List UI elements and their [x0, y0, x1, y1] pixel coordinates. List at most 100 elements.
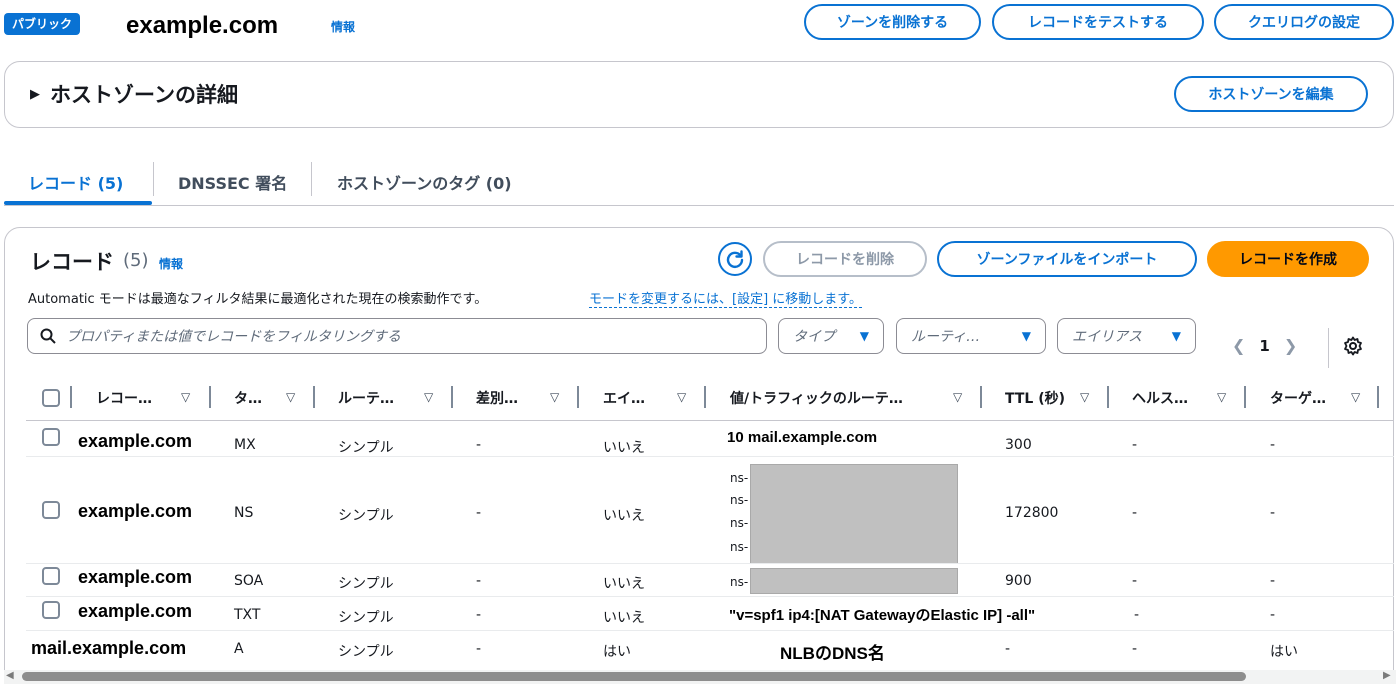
sort-icon[interactable]: ▽: [286, 390, 295, 404]
tab-dnssec[interactable]: DNSSEC 署名: [178, 170, 287, 194]
chevron-left-icon[interactable]: ❮: [1232, 336, 1245, 355]
delete-zone-button[interactable]: ゾーンを削除する: [804, 4, 981, 40]
health-check: -: [1132, 641, 1138, 657]
create-record-button[interactable]: レコードを作成: [1207, 241, 1369, 277]
differentiator: -: [476, 573, 482, 589]
row-checkbox[interactable]: [42, 601, 60, 619]
pager-divider: [1328, 328, 1329, 368]
alias-filter-select[interactable]: エイリアス ▼: [1057, 318, 1196, 354]
table-header-divider: [26, 420, 1394, 421]
record-value-line: ns-: [730, 540, 749, 554]
chevron-right-icon[interactable]: ❯: [1284, 336, 1297, 355]
preferences-button[interactable]: [1343, 336, 1363, 360]
sort-icon[interactable]: ▽: [550, 390, 559, 404]
record-name[interactable]: example.com: [78, 501, 192, 522]
tab-separator: [311, 162, 312, 196]
record-name[interactable]: mail.example.com: [31, 638, 186, 659]
search-input[interactable]: プロパティまたは値でレコードをフィルタリングする: [27, 318, 767, 354]
col-header-value[interactable]: 値/トラフィックのルーテ…: [730, 388, 903, 408]
column-separator: [209, 386, 211, 408]
col-header-health-check[interactable]: ヘルス…: [1132, 388, 1188, 408]
row-checkbox[interactable]: [42, 567, 60, 585]
redacted-block: [750, 568, 958, 594]
col-header-target[interactable]: ターゲ…: [1270, 388, 1326, 408]
ttl: -: [1134, 607, 1140, 623]
public-badge: パブリック: [4, 13, 81, 35]
header-info-link[interactable]: 情報: [331, 18, 355, 35]
col-header-routing[interactable]: ルーテ…: [338, 388, 394, 408]
sort-icon[interactable]: ▽: [677, 390, 686, 404]
col-header-ttl[interactable]: TTL (秒): [1005, 388, 1065, 408]
record-name[interactable]: example.com: [78, 431, 192, 452]
record-name[interactable]: example.com: [78, 567, 192, 588]
column-separator: [70, 386, 72, 408]
alias: いいえ: [603, 440, 645, 456]
sort-icon[interactable]: ▽: [181, 390, 190, 404]
tab-separator: [153, 162, 154, 196]
routing-filter-select[interactable]: ルーティ… ▼: [896, 318, 1046, 354]
select-all-checkbox[interactable]: [42, 389, 60, 407]
page-number[interactable]: 1: [1259, 337, 1269, 355]
col-header-type[interactable]: タ…: [234, 388, 262, 408]
evaluate-target: -: [1270, 607, 1276, 623]
sort-icon[interactable]: ▽: [424, 390, 433, 404]
row-checkbox[interactable]: [42, 428, 60, 446]
record-type: MX: [234, 437, 256, 453]
edit-hosted-zone-label: ホストゾーンを編集: [1208, 87, 1334, 103]
scrollbar-thumb[interactable]: [22, 672, 1246, 681]
alias: いいえ: [603, 508, 645, 524]
col-header-differentiator[interactable]: 差別…: [476, 388, 518, 408]
record-type: NS: [234, 505, 254, 521]
delete-record-label: レコードを削除: [796, 252, 894, 268]
tab-tags[interactable]: ホストゾーンのタグ (0): [337, 170, 512, 194]
record-name[interactable]: example.com: [78, 601, 192, 622]
caret-down-icon: ▼: [859, 329, 869, 343]
type-filter-select[interactable]: タイプ ▼: [778, 318, 884, 354]
scroll-right-icon[interactable]: ▶: [1383, 670, 1391, 681]
record-type: SOA: [234, 573, 264, 589]
edit-hosted-zone-button[interactable]: ホストゾーンを編集: [1174, 76, 1368, 112]
import-zone-file-button[interactable]: ゾーンファイルをインポート: [937, 241, 1197, 277]
col-header-record-name[interactable]: レコー…: [96, 388, 152, 408]
record-value: 10 mail.example.com: [727, 429, 878, 446]
ttl: 172800: [1005, 505, 1059, 521]
records-count: (5): [123, 250, 149, 271]
sort-icon[interactable]: ▽: [1080, 390, 1089, 404]
create-record-label: レコードを作成: [1239, 252, 1337, 268]
tab-records[interactable]: レコード (5): [28, 170, 123, 194]
records-info-link[interactable]: 情報: [159, 255, 183, 272]
column-separator: [313, 386, 315, 408]
query-log-button[interactable]: クエリログの設定: [1214, 4, 1394, 40]
row-checkbox[interactable]: [42, 501, 60, 519]
evaluate-target: -: [1270, 505, 1276, 521]
zone-name-title: example.com: [126, 12, 279, 39]
gear-icon: [1344, 336, 1362, 356]
record-value-line: ns-: [730, 493, 749, 507]
delete-record-button[interactable]: レコードを削除: [763, 241, 927, 277]
col-header-alias[interactable]: エイ…: [603, 388, 645, 408]
differentiator: -: [476, 437, 482, 453]
sort-icon[interactable]: ▽: [1217, 390, 1226, 404]
active-tab-indicator: [4, 201, 152, 205]
alias: はい: [603, 644, 631, 660]
column-separator: [704, 386, 706, 408]
sort-icon[interactable]: ▽: [1351, 390, 1360, 404]
change-mode-link[interactable]: モードを変更するには、[設定] に移動します。: [589, 288, 862, 308]
differentiator: -: [476, 505, 482, 521]
alias: いいえ: [603, 576, 645, 592]
row-divider: [26, 456, 1394, 457]
tabs-divider: [4, 205, 1394, 206]
search-icon: [40, 328, 56, 344]
test-record-label: レコードをテストする: [1028, 15, 1168, 31]
sort-icon[interactable]: ▽: [953, 390, 962, 404]
import-zone-file-label: ゾーンファイルをインポート: [976, 252, 1158, 268]
ttl: -: [1005, 641, 1011, 657]
scroll-left-icon[interactable]: ◀: [6, 670, 14, 681]
column-separator: [1244, 386, 1246, 408]
refresh-button[interactable]: [718, 242, 752, 276]
details-toggle[interactable]: ▶ ホストゾーンの詳細: [30, 79, 238, 109]
caret-down-icon: ▼: [1021, 329, 1031, 343]
routing-policy: シンプル: [338, 440, 394, 456]
test-record-button[interactable]: レコードをテストする: [992, 4, 1204, 40]
pagination: ❮ 1 ❯: [1232, 336, 1297, 355]
